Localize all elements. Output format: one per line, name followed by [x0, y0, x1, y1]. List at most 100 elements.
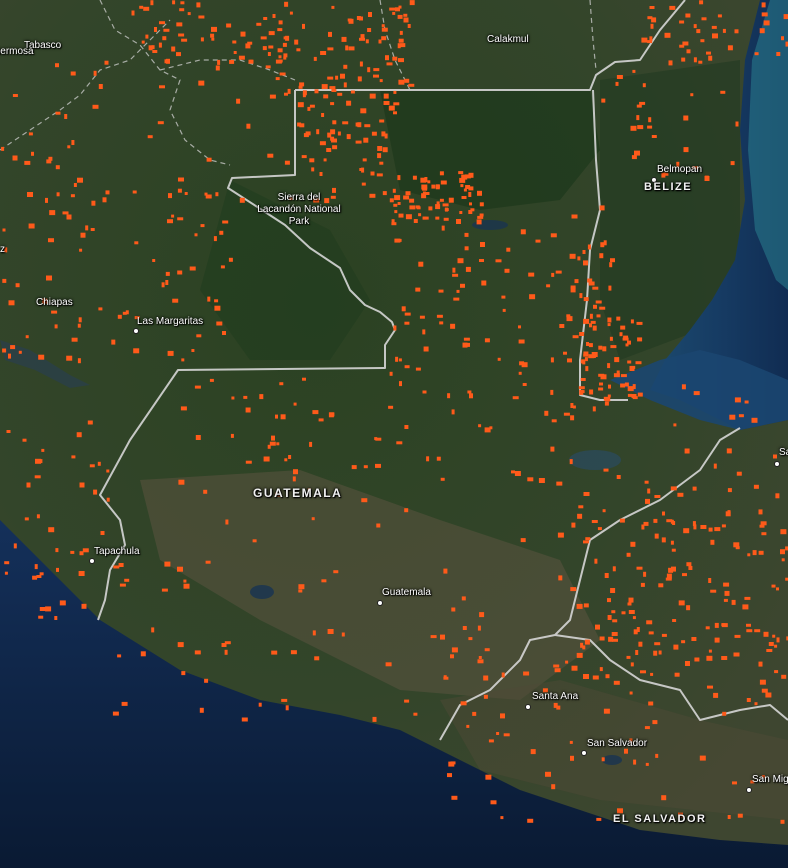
- fire-detection-mark: [706, 51, 711, 55]
- label-tapachula: Tapachula: [94, 546, 140, 557]
- fire-detection-mark: [337, 92, 343, 96]
- fire-detection-mark: [506, 247, 511, 252]
- fire-detection-mark: [39, 572, 44, 576]
- fire-detection-mark: [323, 158, 327, 162]
- fire-detection-mark: [196, 334, 202, 338]
- map-view[interactable]: Tabasco Villahermosa Calakmul Belmopan B…: [0, 0, 788, 868]
- fire-detection-mark: [285, 705, 289, 711]
- fire-detection-mark: [646, 620, 653, 625]
- fire-detection-mark: [651, 135, 657, 138]
- fire-detection-mark: [343, 82, 347, 88]
- fire-detection-mark: [467, 390, 472, 394]
- fire-detection-mark: [479, 259, 484, 262]
- fire-detection-mark: [642, 83, 646, 88]
- fire-detection-mark: [655, 753, 659, 758]
- fire-detection-mark: [265, 65, 271, 69]
- fire-detection-mark: [761, 688, 768, 693]
- fire-detection-mark: [361, 498, 368, 503]
- fire-detection-mark: [627, 393, 632, 397]
- fire-detection-mark: [399, 30, 403, 35]
- fire-detection-mark: [772, 634, 776, 638]
- fire-detection-mark: [479, 612, 485, 618]
- fire-detection-mark: [616, 316, 621, 321]
- fire-detection-mark: [346, 100, 352, 106]
- fire-detection-mark: [780, 549, 785, 555]
- fire-detection-mark: [569, 740, 573, 744]
- fire-detection-mark: [404, 425, 409, 429]
- fire-detection-mark: [551, 784, 556, 790]
- fire-detection-mark: [559, 324, 565, 328]
- fire-detection-mark: [436, 314, 443, 318]
- fire-detection-mark: [381, 24, 385, 28]
- fire-detection-mark: [721, 524, 726, 528]
- fire-detection-mark: [177, 188, 182, 193]
- fire-detection-mark: [418, 213, 422, 217]
- fire-detection-mark: [435, 185, 440, 189]
- fire-detection-mark: [574, 279, 579, 284]
- fire-detection-mark: [332, 145, 338, 150]
- fire-detection-mark: [613, 680, 620, 685]
- fire-detection-mark: [609, 262, 613, 268]
- fire-detection-mark: [765, 692, 772, 698]
- fire-detection-mark: [381, 27, 388, 32]
- fire-detection-mark: [397, 202, 401, 205]
- fire-detection-mark: [600, 242, 605, 248]
- fire-detection-mark: [365, 39, 369, 44]
- fire-detection-mark: [404, 508, 409, 513]
- fire-detection-mark: [583, 492, 590, 496]
- fire-detection-mark: [67, 145, 71, 149]
- fire-detection-mark: [713, 692, 719, 698]
- fire-detection-mark: [570, 415, 575, 421]
- fire-detection-mark: [563, 351, 567, 355]
- fire-detection-mark: [632, 616, 636, 620]
- fire-detection-mark: [122, 311, 127, 315]
- fire-detection-mark: [356, 16, 361, 20]
- fire-detection-mark: [4, 571, 8, 575]
- fire-detection-mark: [443, 217, 449, 221]
- fire-detection-mark: [634, 150, 640, 156]
- fire-detection-mark: [241, 717, 248, 722]
- fire-detection-mark: [22, 438, 27, 442]
- fire-detection-mark: [780, 819, 785, 824]
- fire-detection-mark: [48, 156, 53, 161]
- fire-detection-mark: [734, 29, 739, 34]
- fire-detection-mark: [662, 511, 665, 516]
- fire-detection-mark: [603, 708, 610, 714]
- fire-detection-mark: [379, 161, 384, 165]
- fire-detection-mark: [4, 561, 10, 565]
- fire-detection-mark: [776, 52, 781, 56]
- fire-detection-mark: [293, 469, 298, 475]
- fire-detection-mark: [781, 36, 784, 41]
- fire-detection-mark: [744, 400, 749, 404]
- fire-detection-mark: [355, 122, 359, 127]
- fire-detection-mark: [649, 6, 655, 9]
- fire-detection-mark: [636, 566, 643, 570]
- fire-detection-mark: [681, 384, 686, 390]
- fire-detection-mark: [427, 180, 431, 184]
- fire-detection-mark: [721, 623, 728, 628]
- fire-detection-mark: [566, 314, 571, 318]
- fire-detection-mark: [418, 261, 424, 267]
- fire-detection-mark: [681, 57, 686, 62]
- fire-detection-mark: [654, 642, 661, 646]
- fire-detection-mark: [288, 455, 292, 459]
- city-dot-santa-ana: [525, 704, 531, 710]
- fire-detection-mark: [733, 652, 740, 657]
- fire-detection-mark: [363, 137, 369, 143]
- fire-detection-mark: [386, 62, 393, 66]
- fire-detection-mark: [766, 649, 773, 652]
- fire-detection-mark: [51, 310, 58, 314]
- fire-detection-mark: [582, 359, 586, 365]
- fire-detection-mark: [438, 289, 444, 293]
- fire-detection-mark: [271, 650, 278, 655]
- fire-detection-mark: [302, 90, 307, 96]
- fire-detection-mark: [723, 582, 730, 587]
- fire-detection-mark: [284, 458, 288, 462]
- fire-detection-mark: [781, 558, 785, 562]
- fire-detection-mark: [55, 548, 59, 553]
- lake-izabal: [569, 450, 621, 470]
- fire-detection-mark: [64, 114, 68, 119]
- fire-detection-mark: [645, 762, 649, 766]
- fire-detection-mark: [761, 532, 767, 536]
- fire-detection-mark: [616, 475, 621, 479]
